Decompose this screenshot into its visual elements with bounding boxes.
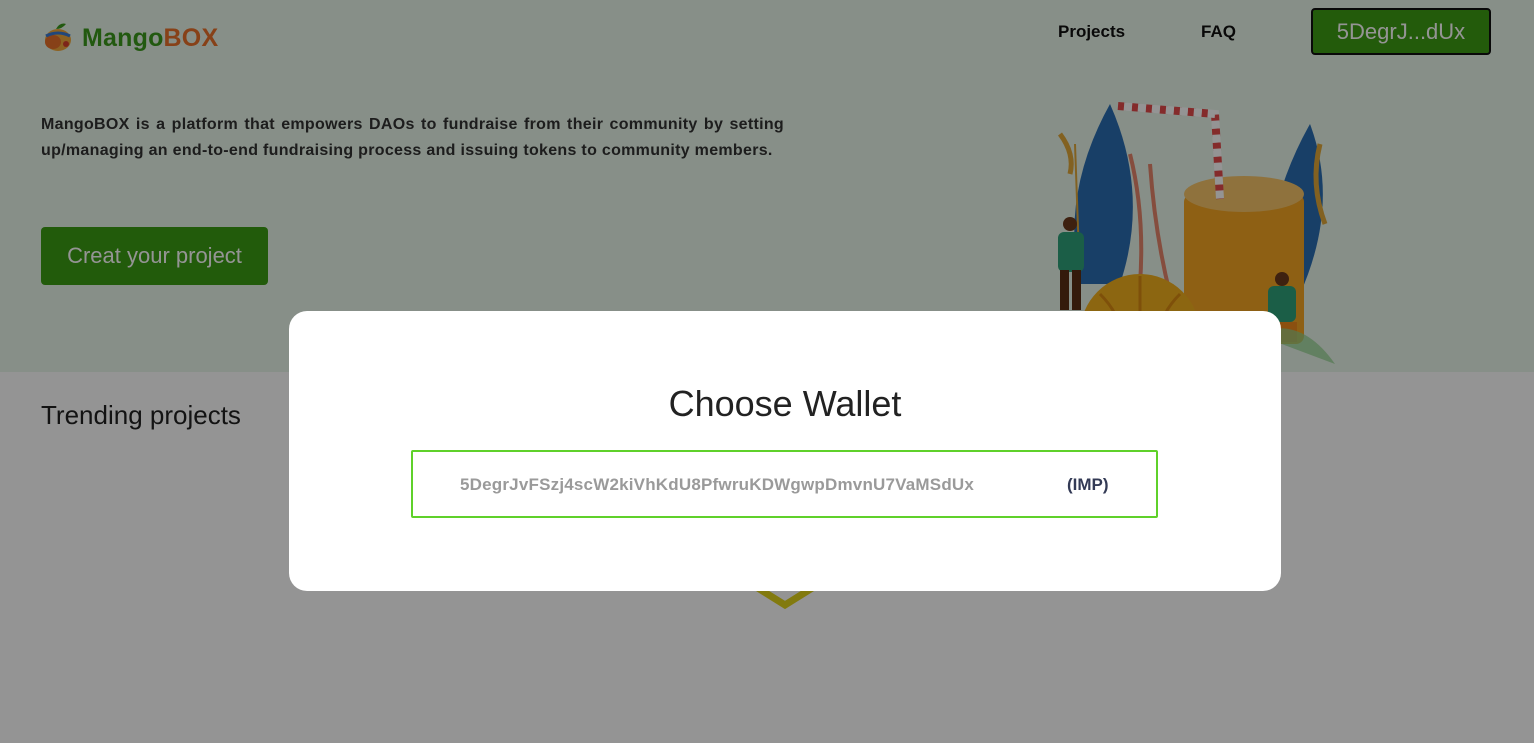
modal-title: Choose Wallet bbox=[668, 383, 902, 424]
wallet-address: 5DegrJvFSzj4scW2kiVhKdU8PfwruKDWgwpDmvnU… bbox=[460, 475, 975, 494]
wallet-option[interactable]: 5DegrJvFSzj4scW2kiVhKdU8PfwruKDWgwpDmvnU… bbox=[411, 450, 1158, 518]
wallet-name: (IMP) bbox=[1067, 475, 1109, 494]
choose-wallet-modal: Choose Wallet 5DegrJvFSzj4scW2kiVhKdU8Pf… bbox=[289, 311, 1281, 591]
